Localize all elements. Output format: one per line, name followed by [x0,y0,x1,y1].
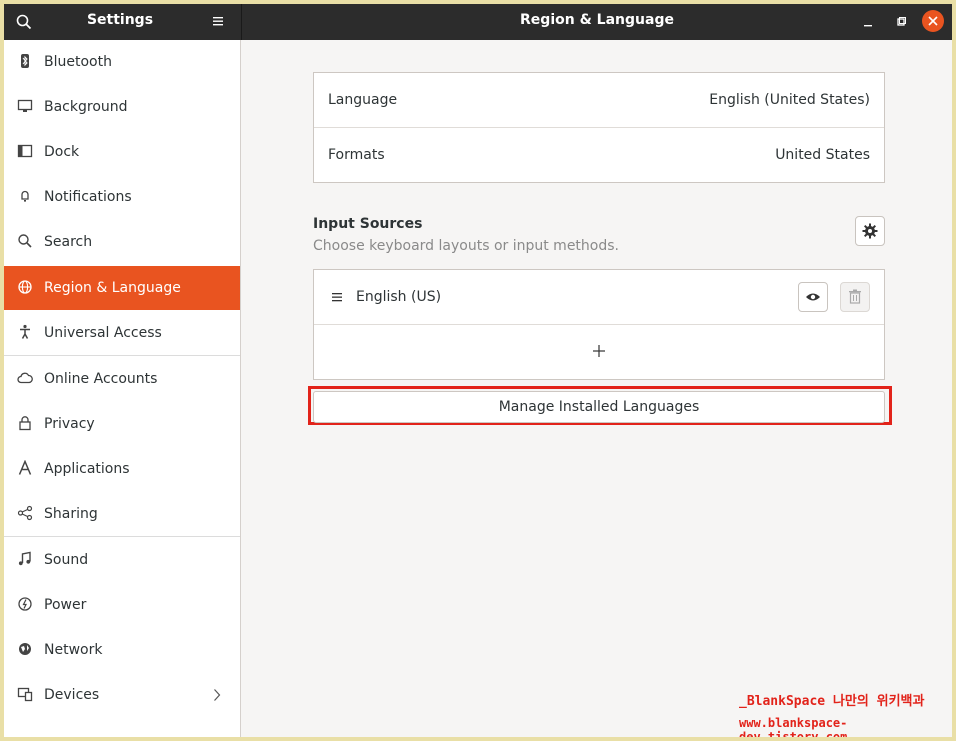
input-sources-options-button[interactable] [855,216,885,246]
formats-label: Formats [328,147,385,163]
sidebar-item-background[interactable]: Background [4,85,240,129]
add-input-source-button[interactable] [314,325,884,379]
applications-icon [17,459,33,476]
input-sources-title: Input Sources [313,216,423,232]
eye-icon [806,293,820,301]
chevron-right-icon [212,688,222,702]
language-label: Language [328,92,398,108]
formats-value: United States [775,147,870,163]
language-row[interactable]: Language English (United States) [314,73,884,127]
manage-installed-languages-button[interactable]: Manage Installed Languages [313,391,885,423]
cloud-icon [17,370,33,386]
minimize-button[interactable] [856,10,880,34]
drag-handle-icon[interactable] [331,291,343,303]
settings-title: Settings [86,12,154,28]
main-content: Language English (United States) Formats… [241,40,952,737]
dock-icon [17,143,33,159]
sidebar-item-dock[interactable]: Dock [4,130,240,174]
music-note-icon [17,551,33,567]
sidebar-item-sharing[interactable]: Sharing [4,492,240,537]
sidebar-item-privacy[interactable]: Privacy [4,402,240,446]
page-title: Region & Language [520,12,674,28]
list-item[interactable]: English (US) [314,270,884,325]
preview-layout-button[interactable] [798,282,828,312]
input-sources-list: English (US) [313,269,885,380]
maximize-button[interactable] [889,10,913,34]
search-icon [17,233,33,249]
sidebar-item-region-language[interactable]: Region & Language [4,266,240,310]
sidebar-item-notifications[interactable]: Notifications [4,175,240,219]
power-icon [17,596,33,612]
search-icon[interactable] [15,13,33,31]
settings-window: Settings Region & Language Bluetooth Bac… [4,4,952,737]
sidebar-item-sound[interactable]: Sound [4,538,240,582]
formats-row[interactable]: Formats United States [314,127,884,182]
sidebar-item-network[interactable]: Network [4,628,240,672]
sidebar-item-bluetooth[interactable]: Bluetooth [4,40,240,84]
language-value: English (United States) [709,92,870,108]
display-icon [17,98,33,114]
sidebar-item-search[interactable]: Search [4,220,240,264]
header-left: Settings [4,4,242,40]
remove-input-source-button[interactable] [840,282,870,312]
watermark-line-2: www.blankspace-dev.tistory.com [739,716,848,737]
bell-icon [17,188,33,204]
sidebar-item-online-accounts[interactable]: Online Accounts [4,357,240,401]
input-source-label: English (US) [356,289,442,305]
close-button[interactable] [922,10,944,32]
bluetooth-icon [17,53,33,69]
watermark-line-1: _BlankSpace 나만의 위키백과 [739,694,925,709]
accessibility-icon [17,324,33,340]
share-icon [17,505,33,521]
sidebar: Bluetooth Background Dock Notifications … [4,40,241,737]
language-formats-card: Language English (United States) Formats… [313,72,885,183]
trash-icon [849,289,861,304]
globe-icon [17,279,33,295]
plus-icon [593,345,605,357]
header-bar: Settings Region & Language [4,4,952,40]
network-icon [17,641,33,657]
sidebar-item-applications[interactable]: Applications [4,447,240,491]
sidebar-item-devices[interactable]: Devices [4,673,240,717]
hamburger-menu-icon[interactable] [209,12,227,30]
devices-icon [17,686,33,702]
sidebar-item-power[interactable]: Power [4,583,240,627]
sidebar-item-universal-access[interactable]: Universal Access [4,311,240,356]
input-sources-subtitle: Choose keyboard layouts or input methods… [313,238,619,254]
lock-icon [17,415,33,431]
